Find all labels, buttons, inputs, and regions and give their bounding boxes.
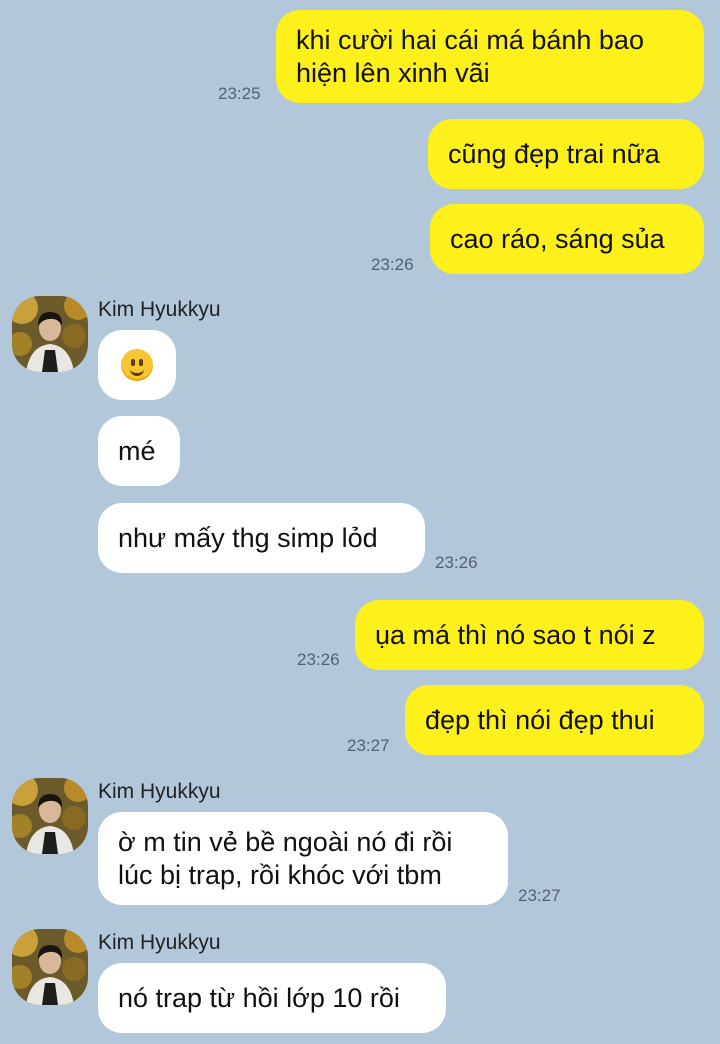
slightly-smiling-face-icon <box>121 349 153 381</box>
avatar-photo <box>12 778 88 854</box>
contact-avatar[interactable] <box>12 296 88 372</box>
message-text: khi cười hai cái má bánh bao hiện lên xi… <box>296 24 644 88</box>
their-message-bubble[interactable]: mé <box>98 416 180 486</box>
my-message-bubble[interactable]: đẹp thì nói đẹp thui <box>405 685 704 755</box>
message-timestamp: 23:26 <box>371 255 414 274</box>
my-message-bubble[interactable]: ụa má thì nó sao t nói z <box>355 600 704 670</box>
message-timestamp: 23:27 <box>347 736 390 755</box>
their-message-bubble[interactable] <box>98 330 176 400</box>
message-text: ụa má thì nó sao t nói z <box>375 619 656 650</box>
contact-avatar[interactable] <box>12 778 88 854</box>
avatar-photo <box>12 296 88 372</box>
my-message-bubble[interactable]: cao ráo, sáng sủa <box>430 204 704 274</box>
their-message-bubble[interactable]: ờ m tin vẻ bề ngoài nó đi rồi lúc bị tra… <box>98 812 508 905</box>
message-text: mé <box>118 435 156 466</box>
message-timestamp: 23:27 <box>518 886 561 905</box>
their-message-bubble[interactable]: như mấy thg simp lỏd <box>98 503 425 573</box>
chat-area[interactable]: khi cười hai cái má bánh bao hiện lên xi… <box>0 0 720 1044</box>
contact-name: Kim Hyukkyu <box>98 780 221 803</box>
message-text: cũng đẹp trai nữa <box>448 138 660 169</box>
avatar-photo <box>12 929 88 1005</box>
contact-avatar[interactable] <box>12 929 88 1005</box>
my-message-bubble[interactable]: khi cười hai cái má bánh bao hiện lên xi… <box>276 10 704 103</box>
message-text: như mấy thg simp lỏd <box>118 522 378 553</box>
message-text: cao ráo, sáng sủa <box>450 223 665 254</box>
message-timestamp: 23:26 <box>297 650 340 669</box>
message-timestamp: 23:26 <box>435 553 478 572</box>
message-text: nó trap từ hồi lớp 10 rồi <box>118 982 400 1013</box>
contact-name: Kim Hyukkyu <box>98 931 221 954</box>
my-message-bubble[interactable]: cũng đẹp trai nữa <box>428 119 704 189</box>
message-timestamp: 23:25 <box>218 84 261 103</box>
contact-name: Kim Hyukkyu <box>98 298 221 321</box>
their-message-bubble[interactable]: nó trap từ hồi lớp 10 rồi <box>98 963 446 1033</box>
message-text: ờ m tin vẻ bề ngoài nó đi rồi lúc bị tra… <box>118 826 453 890</box>
message-text: đẹp thì nói đẹp thui <box>425 704 655 735</box>
